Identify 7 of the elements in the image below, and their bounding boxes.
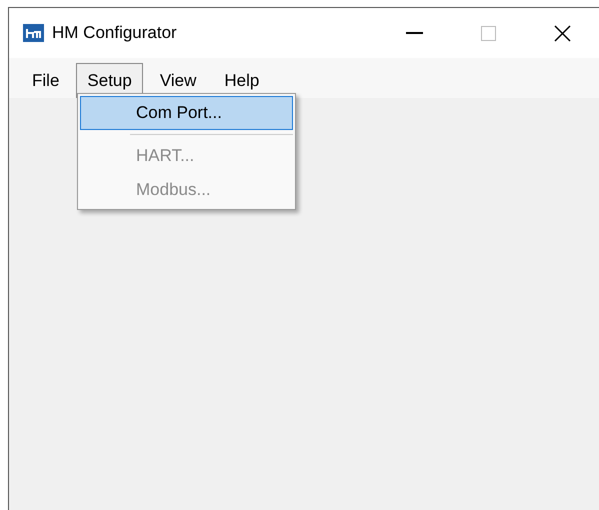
app-logo-icon <box>23 24 44 42</box>
menu-item[interactable]: File <box>21 63 70 98</box>
dropdown-item[interactable]: Com Port... <box>80 96 293 130</box>
window-title: HM Configurator <box>52 22 177 44</box>
close-icon <box>554 24 570 42</box>
menu-item[interactable]: View <box>148 63 208 98</box>
menu-item[interactable]: Help <box>213 63 270 98</box>
